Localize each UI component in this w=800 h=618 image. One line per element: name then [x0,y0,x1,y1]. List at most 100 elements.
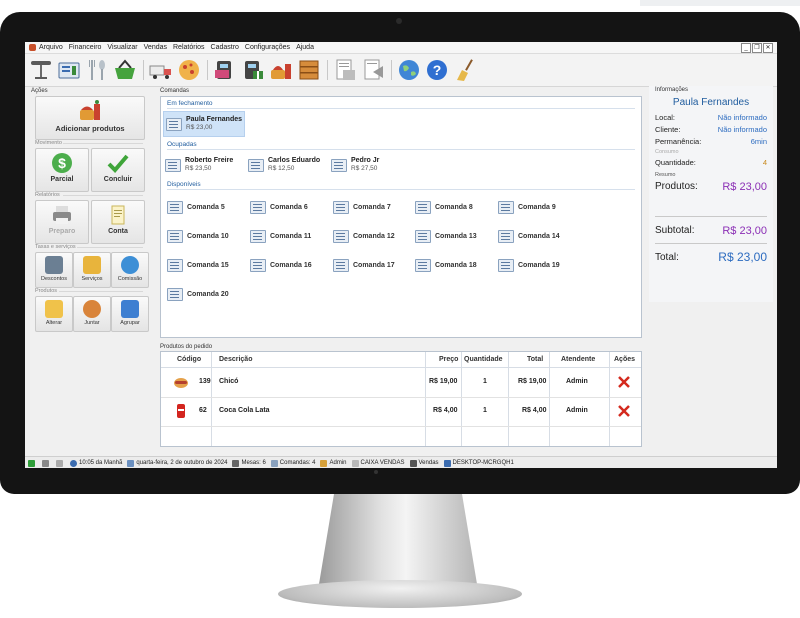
info-title: Informações [655,87,689,93]
delivery-truck-icon[interactable] [149,58,173,82]
status-vendas: Vendas [418,460,439,466]
delete-x-icon[interactable] [617,404,631,418]
comanda-18[interactable]: Comanda 18 [413,258,477,272]
juntar-button[interactable]: Juntar [73,296,111,332]
wood-box-icon[interactable] [297,58,321,82]
table-icon[interactable] [29,58,53,82]
status-bar: 10:05 da Manhã quarta-feira, 2 de outubr… [25,456,777,468]
comanda-icon [167,200,183,214]
comanda-icon [331,158,347,172]
restore-button[interactable]: ❐ [752,43,762,53]
cell-total: R$ 19,00 [518,378,547,385]
menu-vendas[interactable]: Vendas [144,44,167,51]
comanda-16[interactable]: Comanda 16 [248,258,312,272]
header-descricao[interactable]: Descrição [219,356,252,363]
menu-cadastro[interactable]: Cadastro [211,44,239,51]
agrupar-button[interactable]: Agrupar [111,296,149,332]
comanda-card-paula[interactable]: Paula Fernandes R$ 23,00 [163,111,245,137]
header-preco[interactable]: Preço [439,356,458,363]
close-button[interactable]: ✕ [763,43,773,53]
print-report-icon[interactable] [361,58,385,82]
delete-x-icon[interactable] [617,375,631,389]
status-host: DESKTOP-MCRGQH1 [452,460,514,466]
report-icon[interactable] [333,58,357,82]
menu-visualizar[interactable]: Visualizar [107,44,137,51]
produtos-section-label: Produtos [35,288,58,294]
comanda-icon [498,258,514,272]
comanda-13[interactable]: Comanda 13 [413,229,477,243]
cutlery-icon[interactable] [85,58,109,82]
info-client-name: Paula Fernandes [672,97,750,108]
comissao-button[interactable]: Comissão [111,252,149,288]
app-logo-icon [29,44,36,51]
descontos-button[interactable]: Descontos [35,252,73,288]
table-icon [232,459,240,467]
card-reader-icon[interactable] [213,58,237,82]
comanda-20[interactable]: Comanda 20 [165,287,229,301]
comanda-7[interactable]: Comanda 7 [331,200,391,214]
conta-button[interactable]: Conta [91,200,145,244]
help-icon[interactable]: ? [425,58,449,82]
local-value: Não informado [717,113,767,122]
comanda-card-pedro[interactable]: Pedro Jr R$ 27,50 [329,153,409,177]
comanda-label: Comanda 19 [518,261,560,269]
comanda-9[interactable]: Comanda 9 [496,200,556,214]
comanda-5[interactable]: Comanda 5 [165,200,225,214]
status-user: Admin [329,460,347,466]
comandas-panel: Em fechamento Paula Fernandes R$ 23,00 Oc… [160,96,642,338]
menu-configuracoes[interactable]: Configurações [245,44,290,51]
add-products-label: Adicionar produtos [55,124,125,133]
header-quantidade[interactable]: Quantidade [464,356,503,363]
comanda-15[interactable]: Comanda 15 [165,258,229,272]
table-row[interactable]: 62 Coca Cola Lata R$ 4,00 1 R$ 4,00 Admi… [161,398,641,427]
comanda-10[interactable]: Comanda 10 [165,229,229,243]
cell-preco: R$ 4,00 [433,407,458,414]
menu-relatorios[interactable]: Relatórios [173,44,205,51]
servicos-button[interactable]: Serviços [73,252,111,288]
menu-ajuda[interactable]: Ajuda [296,44,314,51]
total-label: Total: [655,252,679,263]
conta-label: Conta [108,228,128,235]
comanda-19[interactable]: Comanda 19 [496,258,560,272]
header-total[interactable]: Total [527,356,543,363]
minimize-button[interactable]: _ [741,43,751,53]
comanda-14[interactable]: Comanda 14 [496,229,560,243]
movimento-label: Movimento [35,140,62,146]
menu-arquivo[interactable]: Arquivo [39,44,63,51]
service-box-icon [83,256,101,274]
table-row[interactable]: 139 Chicó R$ 19,00 1 R$ 19,00 Admin [161,369,641,398]
comanda-card-roberto[interactable]: Roberto Freire R$ 23,50 [163,153,243,177]
parcial-button[interactable]: $ Parcial [35,148,89,192]
local-label: Local: [655,113,676,122]
concluir-button[interactable]: Concluir [91,148,145,192]
pizza-icon[interactable] [177,58,201,82]
cash-register-icon[interactable] [57,58,81,82]
comanda-value: R$ 27,50 [351,165,378,172]
toolbar-separator [327,60,328,80]
servicos-label: Serviços [81,276,103,282]
subtotal-value: R$ 23,00 [722,225,767,237]
comanda-8[interactable]: Comanda 8 [413,200,473,214]
discount-tag-icon [45,256,63,274]
basket-icon[interactable] [113,58,137,82]
comanda-icon [248,158,264,172]
comissao-label: Comissão [117,276,143,282]
menu-financeiro[interactable]: Financeiro [69,44,102,51]
globe-icon[interactable] [397,58,421,82]
comanda-12[interactable]: Comanda 12 [331,229,395,243]
meal-icon[interactable] [269,58,293,82]
comanda-17[interactable]: Comanda 17 [331,258,395,272]
header-atendente[interactable]: Atendente [561,356,595,363]
comanda-6[interactable]: Comanda 6 [248,200,308,214]
broom-icon[interactable] [453,58,477,82]
info-divider [655,216,767,217]
alterar-button[interactable]: Alterar [35,296,73,332]
add-products-button[interactable]: Adicionar produtos [35,96,145,140]
preparo-button[interactable]: Preparo [35,200,89,244]
receipt-icon [111,205,125,225]
header-acoes[interactable]: Ações [614,356,635,363]
header-codigo[interactable]: Código [177,356,201,363]
comanda-card-carlos[interactable]: Carlos Eduardo R$ 12,50 [246,153,326,177]
comanda-11[interactable]: Comanda 11 [248,229,311,243]
card-payment-icon[interactable] [241,58,265,82]
